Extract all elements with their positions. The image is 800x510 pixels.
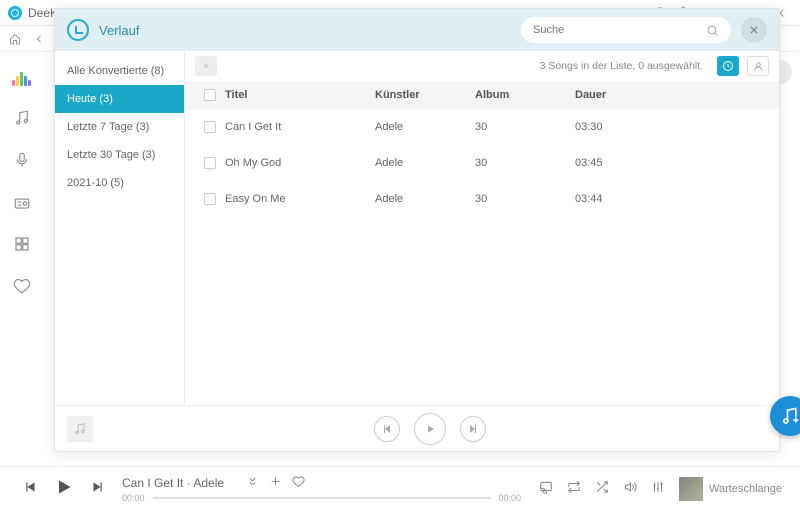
heart-nav-icon[interactable] [12, 276, 32, 296]
cell-artist: Adele [375, 157, 475, 169]
add-icon[interactable] [269, 475, 282, 491]
sidebar-item-1[interactable]: Heute (3) [55, 85, 184, 113]
cell-title: Can I Get It [225, 121, 375, 133]
search-icon [706, 24, 719, 37]
player-prev-button[interactable] [24, 480, 38, 497]
music-note-icon[interactable] [67, 416, 93, 442]
row-checkbox[interactable] [204, 193, 216, 205]
music-nav-icon[interactable] [12, 108, 32, 128]
row-checkbox[interactable] [204, 121, 216, 133]
equalizer-icon[interactable] [651, 480, 665, 497]
selection-status: 3 Songs in der Liste, 0 ausgewählt. [540, 60, 703, 72]
modal-header: Verlauf [55, 9, 779, 51]
volume-icon[interactable] [623, 480, 637, 497]
history-header-icon [67, 19, 89, 41]
modal-close-button[interactable] [741, 17, 767, 43]
header-artist[interactable]: Künstler [375, 89, 475, 101]
cell-duration: 03:45 [575, 157, 655, 169]
modal-prev-button[interactable] [374, 416, 400, 442]
cell-duration: 03:30 [575, 121, 655, 133]
row-checkbox[interactable] [204, 157, 216, 169]
table-header: Titel Künstler Album Dauer [185, 81, 779, 109]
cell-title: Oh My God [225, 157, 375, 169]
grid-nav-icon[interactable] [12, 234, 32, 254]
app-logo-icon [8, 6, 22, 20]
table-row[interactable]: Oh My GodAdele3003:45 [185, 145, 779, 181]
like-icon[interactable] [292, 475, 305, 491]
left-nav [0, 62, 44, 296]
delete-button[interactable] [195, 56, 217, 76]
modal-toolbar: 3 Songs in der Liste, 0 ausgewählt. [185, 51, 779, 81]
modal-title: Verlauf [99, 23, 139, 38]
header-album[interactable]: Album [475, 89, 575, 101]
modal-search[interactable] [521, 17, 731, 43]
modal-next-button[interactable] [460, 416, 486, 442]
player-play-button[interactable] [54, 477, 74, 500]
header-title[interactable]: Titel [225, 89, 375, 101]
cell-artist: Adele [375, 193, 475, 205]
player-track-title: Can I Get It · Adele [122, 476, 224, 490]
mic-nav-icon[interactable] [12, 150, 32, 170]
cell-album: 30 [475, 193, 575, 205]
lyrics-icon[interactable] [246, 475, 259, 491]
select-all-checkbox[interactable] [204, 89, 216, 101]
table-body: Can I Get ItAdele3003:30Oh My GodAdele30… [185, 109, 779, 217]
modal-search-input[interactable] [533, 24, 706, 36]
sidebar-item-2[interactable]: Letzte 7 Tage (3) [55, 113, 184, 141]
player-next-button[interactable] [90, 480, 104, 497]
queue-art [679, 477, 703, 501]
shuffle-icon[interactable] [595, 480, 609, 497]
recent-toggle-button[interactable] [717, 56, 739, 76]
cast-icon[interactable] [539, 480, 553, 497]
table-row[interactable]: Easy On MeAdele3003:44 [185, 181, 779, 217]
modal-footer [55, 405, 779, 451]
sidebar-item-3[interactable]: Letzte 30 Tage (3) [55, 141, 184, 169]
cell-artist: Adele [375, 121, 475, 133]
deezer-logo-icon[interactable] [12, 70, 32, 86]
nav-back-icon[interactable] [32, 32, 46, 46]
time-current: 00:00 [122, 493, 145, 503]
table-row[interactable]: Can I Get ItAdele3003:30 [185, 109, 779, 145]
cell-duration: 03:44 [575, 193, 655, 205]
header-duration[interactable]: Dauer [575, 89, 655, 101]
sidebar-item-4[interactable]: 2021-10 (5) [55, 169, 184, 197]
radio-nav-icon[interactable] [12, 192, 32, 212]
queue-label: Warteschlange [709, 483, 782, 495]
user-toggle-button[interactable] [747, 56, 769, 76]
cell-title: Easy On Me [225, 193, 375, 205]
time-total: 00:00 [499, 493, 522, 503]
cell-album: 30 [475, 157, 575, 169]
history-modal: Verlauf Alle Konvertierte (8)Heute (3)Le… [54, 8, 780, 452]
repeat-icon[interactable] [567, 480, 581, 497]
queue-button[interactable]: Warteschlange [679, 477, 782, 501]
player-bar: Can I Get It · Adele 00:00 00:00 W [0, 466, 800, 510]
modal-sidebar: Alle Konvertierte (8)Heute (3)Letzte 7 T… [55, 51, 185, 405]
modal-play-button[interactable] [414, 413, 446, 445]
home-icon[interactable] [8, 32, 22, 46]
progress-bar[interactable] [153, 497, 491, 499]
sidebar-item-0[interactable]: Alle Konvertierte (8) [55, 57, 184, 85]
cell-album: 30 [475, 121, 575, 133]
